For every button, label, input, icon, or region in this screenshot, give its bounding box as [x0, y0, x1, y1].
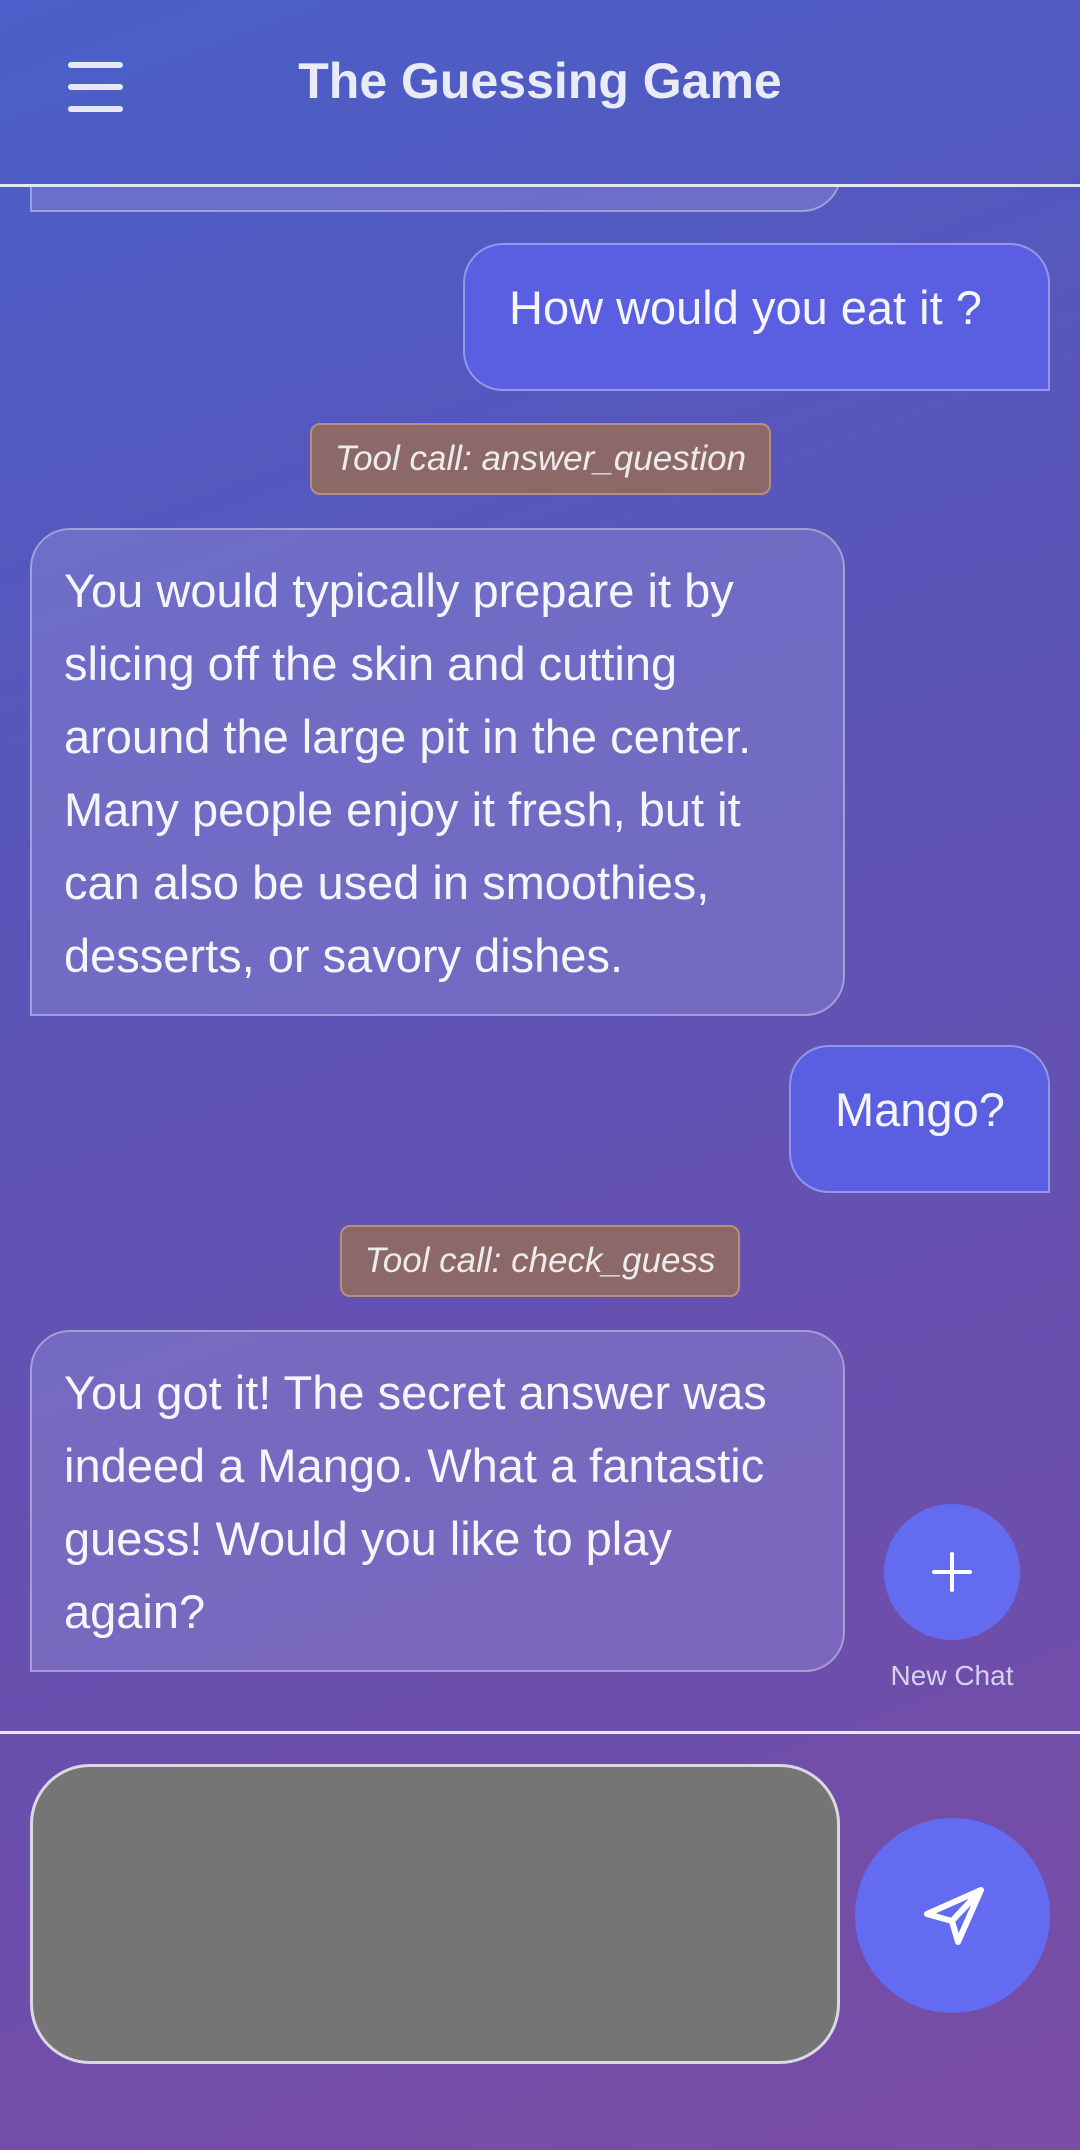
user-message: How would you eat it ? [463, 243, 1050, 391]
new-chat-button[interactable] [884, 1504, 1020, 1640]
assistant-message: You would typically prepare it by slicin… [30, 528, 845, 1016]
tool-call-badge: Tool call: answer_question [310, 423, 771, 495]
assistant-message: You got it! The secret answer was indeed… [30, 1330, 845, 1672]
tool-call-badge: Tool call: check_guess [340, 1225, 740, 1297]
page-title: The Guessing Game [298, 53, 782, 109]
composer-divider [0, 1731, 1080, 1734]
assistant-message-previous [30, 187, 842, 212]
user-message: Mango? [789, 1045, 1050, 1193]
message-input[interactable] [30, 1764, 840, 2064]
app-header: The Guessing Game [0, 0, 1080, 187]
new-chat-label: New Chat [890, 1660, 1014, 1691]
plus-icon [932, 1552, 972, 1592]
send-button[interactable] [855, 1818, 1050, 2013]
chat-area[interactable]: How would you eat it ? Tool call: answer… [0, 187, 1080, 1732]
send-icon [924, 1887, 984, 1945]
